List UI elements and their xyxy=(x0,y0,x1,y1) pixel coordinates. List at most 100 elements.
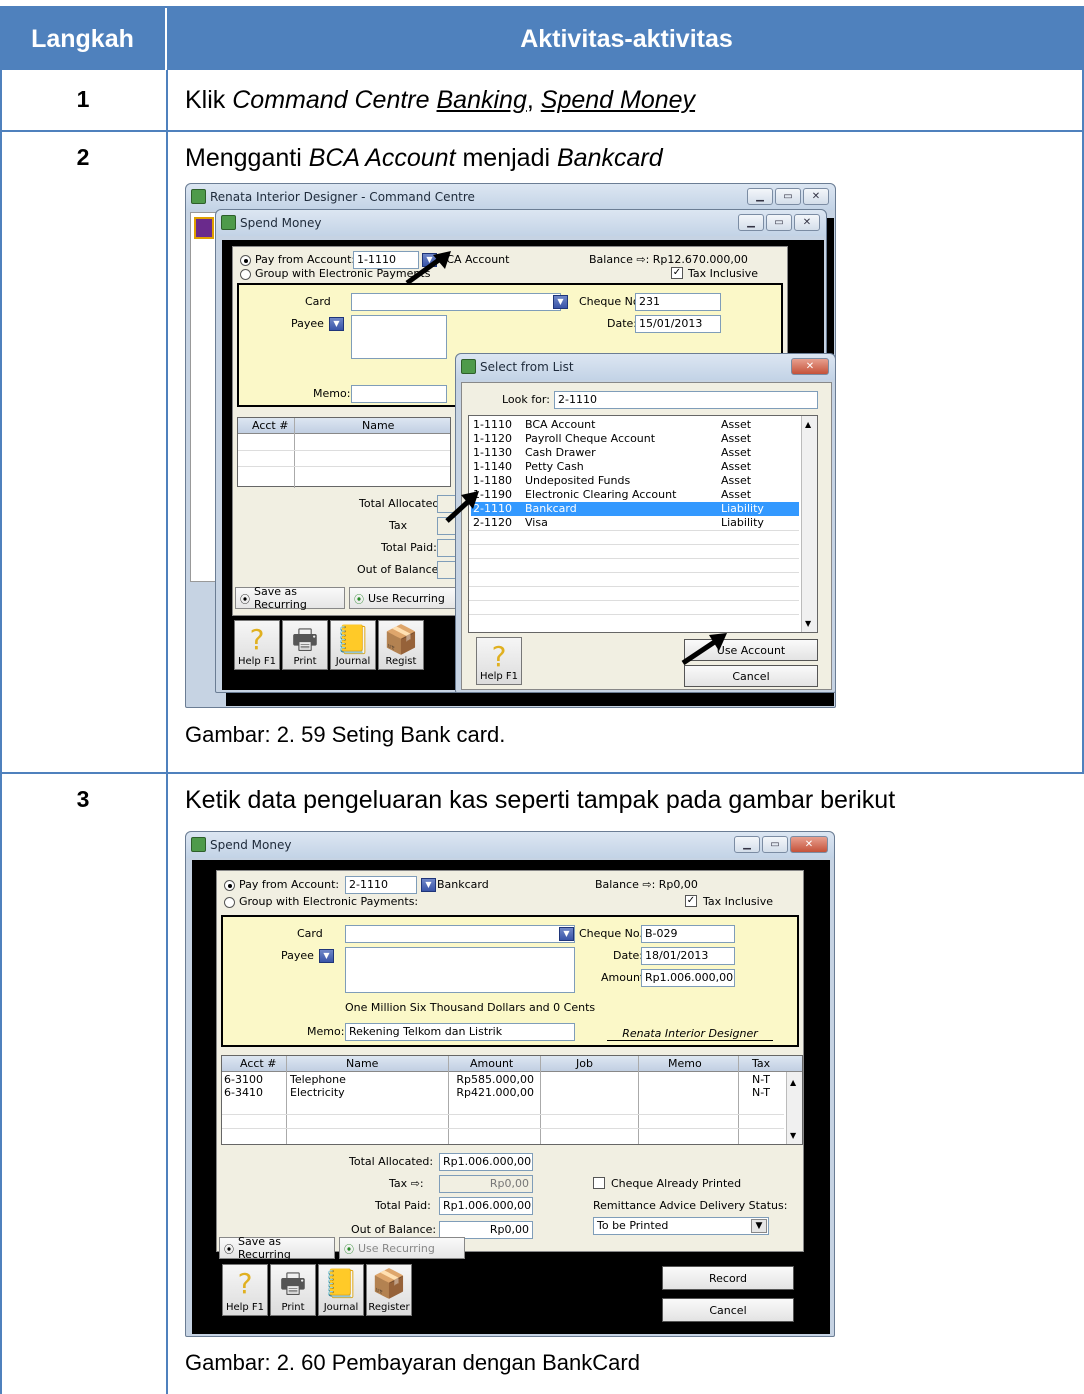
grid-scrollbar[interactable]: ▲ ▼ xyxy=(786,1072,802,1144)
scroll-down-icon[interactable]: ▼ xyxy=(790,1131,796,1140)
table-cell-amount[interactable]: Rp421.000,00 xyxy=(456,1086,534,1099)
table-cell-acct[interactable]: 6-3100 xyxy=(224,1073,263,1086)
account-type: Asset xyxy=(721,418,752,431)
close-icon[interactable]: ✕ xyxy=(803,188,829,205)
step-1-sep: , xyxy=(526,86,541,114)
grid-vline xyxy=(738,1056,739,1144)
pay-from-dropdown-icon[interactable]: ▼ xyxy=(421,878,436,892)
account-list-item[interactable]: 1-1110 BCA Account Asset xyxy=(471,418,799,432)
memo-input[interactable]: Rekening Telkom dan Listrik xyxy=(345,1023,575,1041)
tax-inclusive-checkbox[interactable]: ✓ xyxy=(671,267,683,279)
close-icon[interactable]: ✕ xyxy=(791,358,829,375)
cheque-printed-checkbox[interactable] xyxy=(593,1177,605,1189)
tax-inclusive-checkbox[interactable]: ✓ xyxy=(685,895,697,907)
step-2-a: Mengganti xyxy=(185,144,309,172)
list-blank-line xyxy=(469,600,799,601)
save-recurring-button[interactable]: ⦿ Save as Recurring xyxy=(235,585,345,611)
card-input[interactable] xyxy=(345,925,575,943)
record-button[interactable]: Record xyxy=(662,1266,794,1290)
amount-in-words: One Million Six Thousand Dollars and 0 C… xyxy=(345,1001,596,1014)
card-dropdown-icon[interactable]: ▼ xyxy=(553,295,568,309)
account-list-item[interactable]: 1-1130 Cash Drawer Asset xyxy=(471,446,799,460)
journal-button[interactable]: 📒 Journal xyxy=(318,1264,364,1316)
account-list[interactable]: 1-1110 BCA Account Asset 1-1120 Payroll Cheq… xyxy=(468,415,818,633)
pay-from-input[interactable]: 2-1110 xyxy=(345,876,417,894)
cheque-input[interactable]: 231 xyxy=(635,293,721,311)
scroll-up-icon[interactable]: ▲ xyxy=(790,1078,796,1087)
account-list-item[interactable]: 1-1120 Payroll Cheque Account Asset xyxy=(471,432,799,446)
date-input[interactable]: 18/01/2013 xyxy=(641,947,735,965)
tax-field: Rp0,00 xyxy=(439,1175,533,1193)
table-cell-acct[interactable]: 6-3410 xyxy=(224,1086,263,1099)
minimize-icon[interactable]: ▁ xyxy=(734,836,760,853)
memo-input[interactable] xyxy=(351,385,447,403)
account-type: Asset xyxy=(721,488,752,501)
account-list-item[interactable]: 1-1140 Petty Cash Asset xyxy=(471,460,799,474)
account-name: Payroll Cheque Account xyxy=(525,432,656,445)
table-cell-name[interactable]: Electricity xyxy=(290,1086,345,1099)
grid-vline xyxy=(294,418,295,488)
maximize-icon[interactable]: ▭ xyxy=(762,836,788,853)
payee-dropdown-icon[interactable]: ▼ xyxy=(329,317,344,331)
register-button[interactable]: 📦 Register xyxy=(366,1264,412,1316)
account-list-item[interactable]: 2-1120 Visa Liability xyxy=(471,516,799,530)
journal-label: Journal xyxy=(323,1302,359,1313)
account-name: Bankcard xyxy=(525,502,577,515)
table-cell-tax[interactable]: N-T xyxy=(752,1073,770,1086)
scroll-up-icon[interactable]: ▲ xyxy=(805,420,811,429)
total-allocated-field: Rp1.006.000,00 xyxy=(439,1153,533,1171)
minimize-icon[interactable]: ▁ xyxy=(747,188,773,205)
use-recurring-button[interactable]: ⦿ Use Recurring xyxy=(339,1237,465,1259)
cc-window-controls: ▁ ▭ ✕ xyxy=(747,188,829,205)
journal-button[interactable]: 📒 Journal xyxy=(330,620,376,670)
print-button[interactable]: 🖶 Print xyxy=(282,620,328,670)
table-cell-tax[interactable]: N-T xyxy=(752,1086,770,1099)
cancel-button[interactable]: Cancel xyxy=(684,665,818,687)
maximize-icon[interactable]: ▭ xyxy=(766,214,792,231)
table-border-middle xyxy=(166,70,168,1394)
payee-input[interactable] xyxy=(345,947,575,993)
account-list-item[interactable]: 1-1190 Electronic Clearing Account Asset xyxy=(471,488,799,502)
out-of-balance-field xyxy=(437,561,457,579)
chevron-down-icon[interactable]: ▼ xyxy=(751,1219,767,1233)
register-button[interactable]: 📦 Regist xyxy=(378,620,424,670)
payee-dropdown-icon[interactable]: ▼ xyxy=(319,949,334,963)
table-cell-name[interactable]: Telephone xyxy=(290,1073,346,1086)
use-recurring-button[interactable]: ⦿ Use Recurring xyxy=(349,587,457,609)
group-radio[interactable] xyxy=(240,269,251,280)
help-label: Help F1 xyxy=(225,1302,265,1313)
help-button[interactable]: ? Help F1 xyxy=(222,1264,268,1316)
close-icon[interactable]: ✕ xyxy=(790,836,828,853)
print-button[interactable]: 🖶 Print xyxy=(270,1264,316,1316)
account-list-item[interactable]: 2-1110 Bankcard Liability xyxy=(471,502,799,516)
save-recurring-button[interactable]: ⦿ Save as Recurring xyxy=(219,1235,335,1261)
remittance-select[interactable]: To be Printed xyxy=(593,1217,769,1235)
step-3-number: 3 xyxy=(76,786,90,812)
date-input[interactable]: 15/01/2013 xyxy=(635,315,721,333)
group-radio[interactable] xyxy=(224,897,235,908)
card-input[interactable] xyxy=(351,293,561,311)
minimize-icon[interactable]: ▁ xyxy=(738,214,764,231)
scrollbar[interactable]: ▲ ▼ xyxy=(801,416,817,632)
scroll-down-icon[interactable]: ▼ xyxy=(805,619,811,628)
app-icon xyxy=(221,215,236,230)
tax-label[interactable]: Tax ⇨: xyxy=(389,1177,424,1190)
dialog-help-button[interactable]: ? Help F1 xyxy=(476,637,522,685)
amount-input[interactable]: Rp1.006.000,00 xyxy=(641,969,735,987)
card-dropdown-icon[interactable]: ▼ xyxy=(559,927,574,941)
cheque-input[interactable]: B-029 xyxy=(641,925,735,943)
account-type: Asset xyxy=(721,474,752,487)
help-button[interactable]: ? Help F1 xyxy=(234,620,280,670)
pay-from-radio[interactable] xyxy=(224,880,235,891)
close-icon[interactable]: ✕ xyxy=(794,214,820,231)
help-icon: ? xyxy=(237,1267,253,1300)
group-label: Group with Electronic Payments: xyxy=(239,895,419,908)
maximize-icon[interactable]: ▭ xyxy=(775,188,801,205)
table-cell-amount[interactable]: Rp585.000,00 xyxy=(456,1073,534,1086)
look-for-input[interactable]: 2-1110 xyxy=(554,391,818,409)
pay-from-radio[interactable] xyxy=(240,255,251,266)
payee-input[interactable] xyxy=(351,315,447,359)
cancel-button[interactable]: Cancel xyxy=(662,1298,794,1322)
printer-icon: 🖶 xyxy=(291,623,319,656)
account-list-item[interactable]: 1-1180 Undeposited Funds Asset xyxy=(471,474,799,488)
